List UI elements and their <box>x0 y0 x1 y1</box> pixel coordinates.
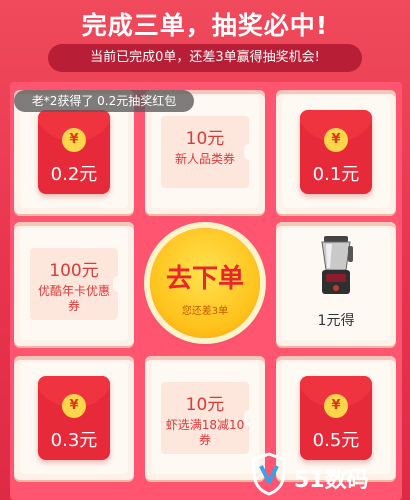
coupon-card: 100元 优酷年卡优惠券 <box>30 248 123 320</box>
page-title: 完成三单，抽奖必中! <box>81 11 329 40</box>
prize-amount: 0.3元 <box>50 430 98 451</box>
yen-coin-icon: ¥ <box>62 128 86 152</box>
coupon-desc: 优酷年卡优惠券 <box>37 284 110 313</box>
yen-coin-icon: ¥ <box>62 394 86 418</box>
product-price-label: 1元得 <box>317 313 355 329</box>
prize-amount: 0.5元 <box>312 430 360 451</box>
prize-amount: 0.2元 <box>50 164 98 185</box>
blender-product-icon <box>321 236 353 294</box>
red-packet-icon: ¥ 0.5元 <box>300 376 372 460</box>
place-order-button[interactable]: 去下单 您还差3单 <box>150 228 260 338</box>
prize-cell-product: 1元得 <box>276 222 396 346</box>
orders-remaining-label: 您还差3单 <box>181 306 229 317</box>
yen-coin-icon: ¥ <box>324 128 348 152</box>
prize-cell-red-packet-03: ¥ 0.3元 <box>14 356 134 480</box>
prize-amount: 0.1元 <box>312 164 360 185</box>
prize-cell-red-packet-01: ¥ 0.1元 <box>276 90 396 214</box>
coupon-card: 10元 虾选满18减10券 <box>161 382 254 454</box>
coupon-desc: 新人品类券 <box>174 152 235 166</box>
coupon-value: 100元 <box>49 261 99 281</box>
shield-logo-icon <box>251 452 287 496</box>
coupon-desc: 虾选满18减10券 <box>165 418 245 447</box>
prize-cell-coupon-100: 100元 优酷年卡优惠券 <box>14 222 134 346</box>
yen-coin-icon: ¥ <box>324 394 348 418</box>
watermark-brand: 51数码 <box>294 468 369 493</box>
red-packet-icon: ¥ 0.1元 <box>300 110 372 194</box>
coupon-value: 10元 <box>185 395 225 415</box>
prize-cell-coupon-10-shrimp: 10元 虾选满18减10券 <box>145 356 265 480</box>
red-packet-icon: ¥ 0.3元 <box>38 376 110 460</box>
place-order-label: 去下单 <box>165 264 244 294</box>
red-packet-icon: ¥ 0.2元 <box>38 110 110 194</box>
coupon-value: 10元 <box>185 129 225 149</box>
progress-subtitle: 当前已完成0单，还差3单赢得抽奖机会! <box>48 44 362 72</box>
watermark-logo: 51数码 <box>250 452 400 496</box>
coupon-card: 10元 新人品类券 <box>161 116 254 188</box>
winner-toast: 老*2获得了 0.2元抽奖红包 <box>14 90 194 112</box>
